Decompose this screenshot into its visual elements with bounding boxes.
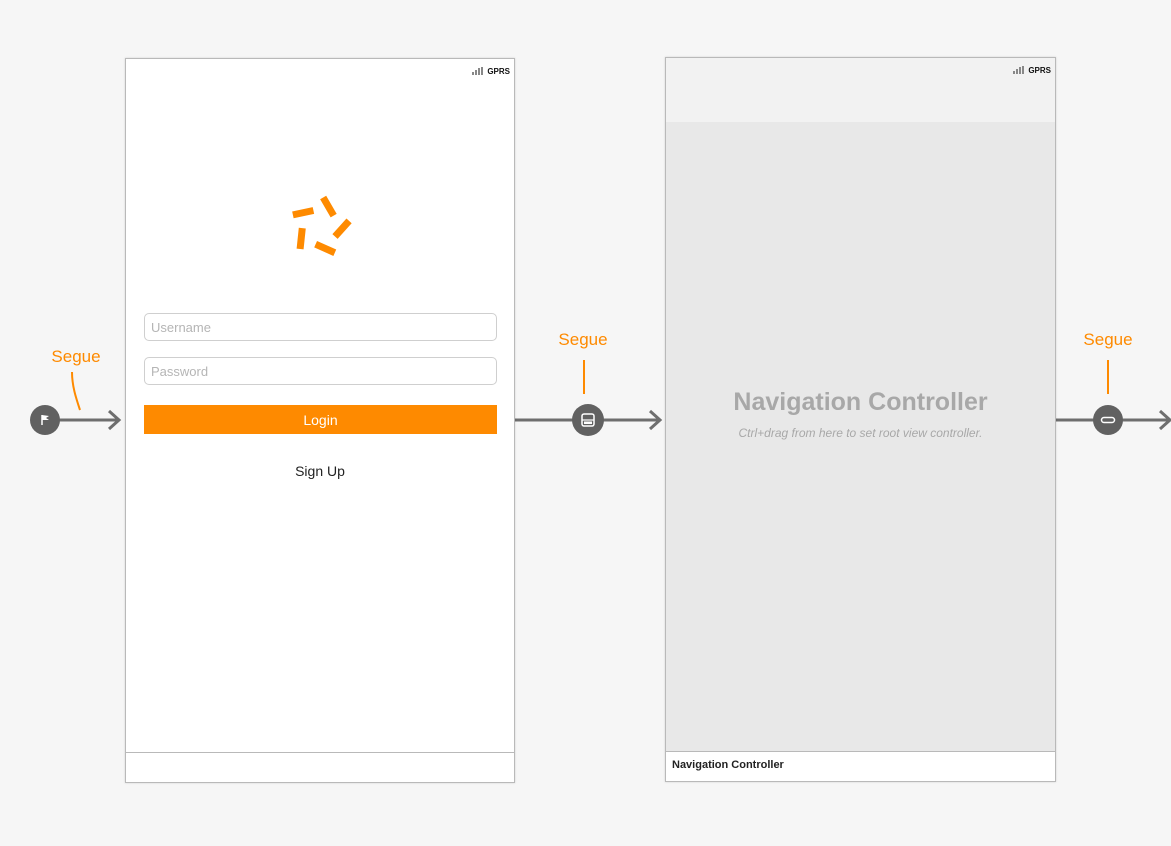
status-bar: GPRS (1013, 64, 1051, 76)
segue-label-middle: Segue (558, 330, 608, 349)
status-bar: GPRS (472, 65, 510, 77)
username-input[interactable] (144, 313, 497, 341)
segue-callout-line-left (71, 371, 81, 411)
login-button[interactable]: Login (144, 405, 497, 434)
entry-point-flag-icon[interactable] (30, 405, 60, 435)
segue-label-right: Segue (1083, 330, 1133, 349)
signal-bars-icon (1013, 66, 1025, 74)
sign-up-button[interactable]: Sign Up (126, 463, 514, 479)
navigation-controller-scene[interactable]: GPRS Navigation Controller Ctrl+drag fro… (665, 57, 1056, 782)
navigation-controller-dock-label[interactable]: Navigation Controller (666, 751, 1055, 781)
root-relationship-segue-icon[interactable] (1093, 405, 1123, 435)
carrier-label: GPRS (1028, 65, 1051, 75)
password-input[interactable] (144, 357, 497, 385)
signal-bars-icon (472, 67, 484, 75)
segue-label-left: Segue (51, 347, 101, 366)
login-scene-dock[interactable] (126, 752, 514, 782)
pinwheel-logo-icon (292, 195, 352, 256)
carrier-label: GPRS (487, 66, 510, 76)
navigation-controller-title: Navigation Controller (733, 388, 988, 416)
navigation-bar (666, 58, 1055, 122)
login-view-controller-scene[interactable]: GPRS Login Sign Up (125, 58, 515, 783)
root-view-controller-hint: Ctrl+drag from here to set root view con… (738, 426, 983, 440)
present-modally-segue-icon[interactable] (572, 404, 604, 436)
